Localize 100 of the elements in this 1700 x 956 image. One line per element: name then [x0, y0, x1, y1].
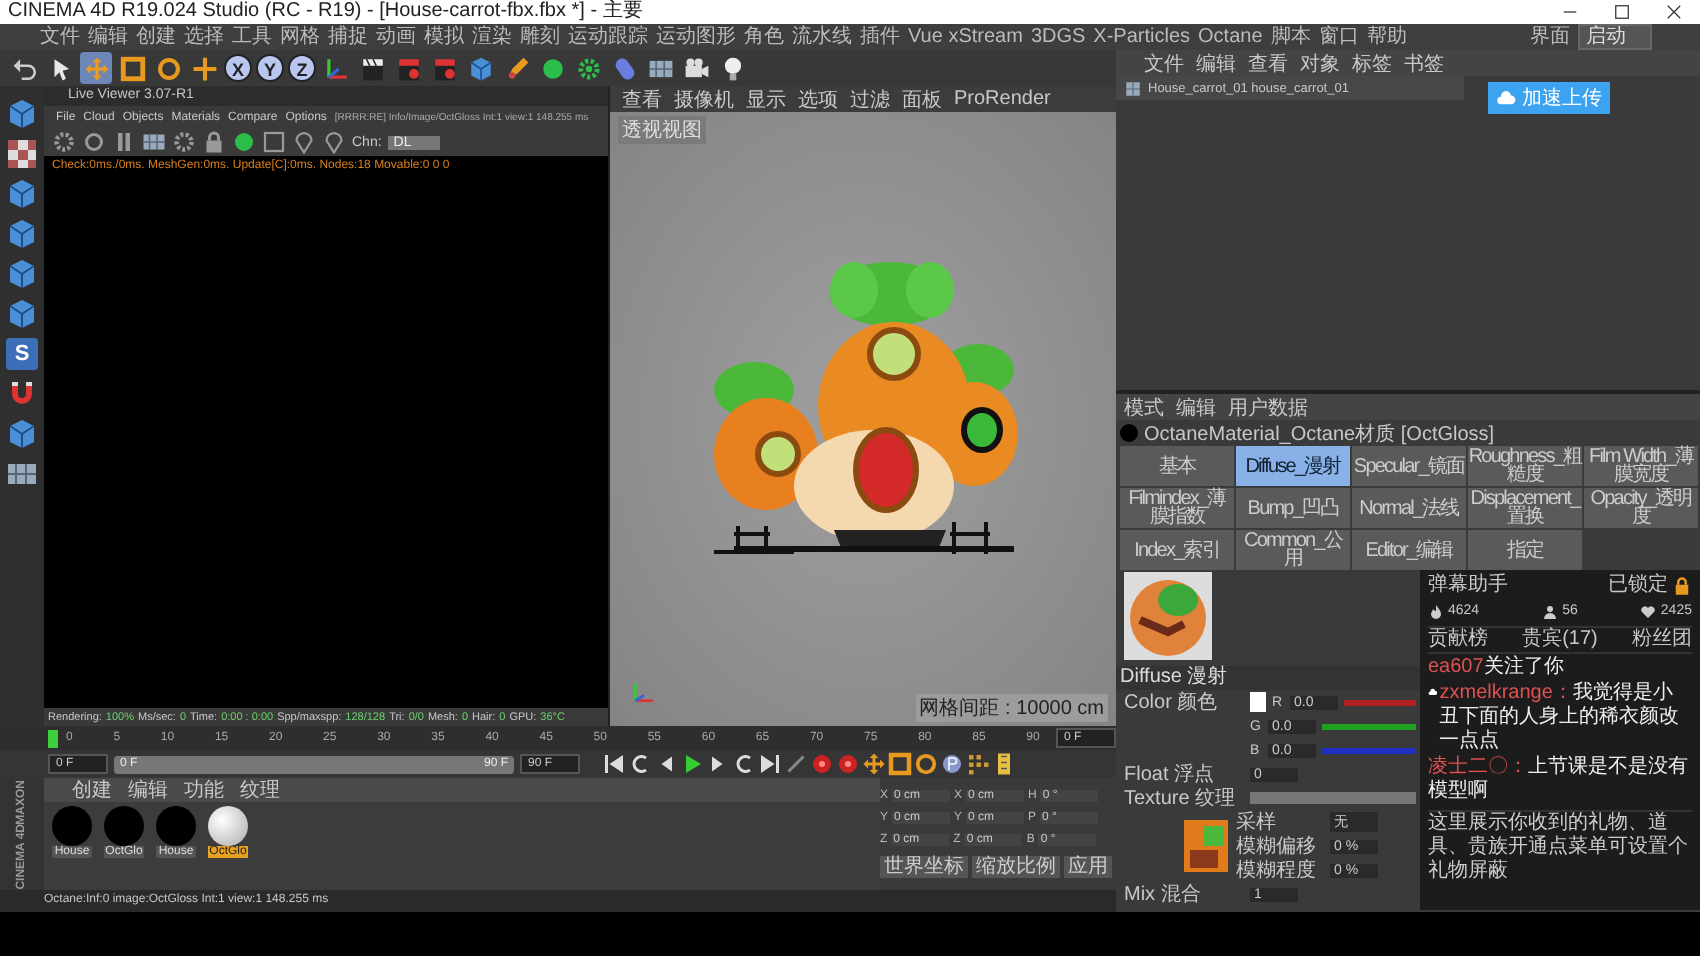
maximize-icon[interactable] [1612, 2, 1632, 22]
record-icon[interactable] [810, 752, 834, 776]
material-preview[interactable] [208, 806, 248, 846]
menu-item[interactable]: 动画 [376, 24, 416, 50]
menu-item[interactable]: X-Particles [1093, 24, 1191, 50]
menu-item[interactable]: 文件 [40, 24, 80, 50]
close-icon[interactable] [1664, 2, 1684, 22]
padlock-icon[interactable] [1672, 576, 1692, 596]
settings-icon[interactable] [52, 130, 76, 154]
grid-icon[interactable] [142, 130, 166, 154]
menu-item[interactable]: 创建 [136, 24, 176, 50]
menu-item[interactable]: 书签 [1404, 49, 1444, 77]
rotate-icon[interactable] [914, 752, 938, 776]
menu-item[interactable]: 编辑 [1196, 49, 1236, 77]
film-icon[interactable] [992, 752, 1016, 776]
axis-lock-button[interactable]: Z [288, 54, 316, 82]
cube-icon[interactable] [6, 178, 38, 210]
channel-tab[interactable]: Film Width_薄膜宽度 [1584, 446, 1698, 486]
menu-item[interactable]: 脚本 [1270, 24, 1311, 50]
pin-icon[interactable] [322, 130, 346, 154]
plus-tool-button[interactable] [188, 52, 220, 84]
menu-item[interactable]: 渲染 [472, 24, 512, 50]
menu-item[interactable]: 摄像机 [674, 85, 734, 113]
dots-icon[interactable] [966, 752, 990, 776]
grid-icon[interactable] [6, 458, 38, 490]
skip-to-end-icon[interactable] [758, 752, 782, 776]
cube-icon[interactable] [6, 258, 38, 290]
menu-item[interactable]: 模式 [1124, 393, 1164, 421]
channel-tab[interactable]: 基本 [1120, 446, 1234, 486]
menu-item[interactable]: 用户数据 [1228, 393, 1308, 421]
loop-icon[interactable] [628, 752, 652, 776]
settings-icon[interactable] [172, 130, 196, 154]
coordinate-button[interactable]: 缩放比例 [972, 856, 1060, 878]
menu-item[interactable]: 插件 [860, 24, 900, 50]
menu-item[interactable]: 运动跟踪 [568, 24, 648, 50]
color-slider[interactable] [1344, 699, 1416, 705]
menu-item[interactable]: 文件 [1144, 49, 1184, 77]
menu-item[interactable]: 选项 [798, 85, 838, 113]
menu-item[interactable]: 查看 [622, 85, 662, 113]
menu-item[interactable]: 选择 [184, 24, 224, 50]
channel-tab[interactable]: Displacement_置换 [1468, 488, 1582, 528]
channel-tab[interactable]: Common_公用 [1236, 530, 1350, 570]
menu-item[interactable]: 网格 [280, 24, 320, 50]
menu-item[interactable]: 功能 [184, 776, 224, 804]
cube-icon[interactable] [6, 418, 38, 450]
loop-icon[interactable] [732, 752, 756, 776]
color-swatch[interactable] [1250, 692, 1266, 712]
menu-item[interactable]: Vue xStream [908, 24, 1023, 50]
menu-item[interactable]: 面板 [902, 85, 942, 113]
cube-icon[interactable] [6, 98, 38, 130]
menu-item[interactable]: 模拟 [424, 24, 464, 50]
coordinate-button[interactable]: 应用 [1064, 856, 1112, 878]
key-icon[interactable] [784, 752, 808, 776]
menu-item[interactable]: 帮助 [1366, 24, 1407, 50]
skip-to-start-icon[interactable] [602, 752, 626, 776]
scale-icon[interactable] [888, 752, 912, 776]
lock-icon[interactable] [202, 130, 226, 154]
menu-item[interactable]: 运动图形 [656, 24, 736, 50]
menu-item[interactable]: 编辑 [88, 24, 128, 50]
channel-tab[interactable]: Editor_编辑 [1352, 530, 1466, 570]
rotate-tool-button[interactable] [152, 52, 184, 84]
menu-item[interactable]: 查看 [1248, 49, 1288, 77]
color-slider[interactable] [1322, 723, 1416, 729]
color-slider[interactable] [1322, 747, 1416, 753]
record-icon[interactable] [836, 752, 860, 776]
layout-dropdown[interactable]: 启动 [1578, 24, 1652, 50]
coordinate-button[interactable]: 世界坐标 [880, 856, 968, 878]
menu-item[interactable]: 过滤 [850, 85, 890, 113]
move-icon[interactable] [862, 752, 886, 776]
menu-item[interactable]: 窗口 [1318, 24, 1359, 50]
axis-lock-button[interactable]: Y [256, 54, 284, 82]
chat-tab[interactable]: 粉丝团 [1631, 628, 1692, 652]
menu-item[interactable]: 显示 [746, 85, 786, 113]
channel-tab[interactable]: Specular_镜面 [1352, 446, 1466, 486]
channel-tab[interactable]: Filmindex_薄膜指数 [1120, 488, 1234, 528]
menu-item[interactable]: 编辑 [1176, 393, 1216, 421]
channel-tab[interactable]: Diffuse_漫射 [1236, 446, 1350, 486]
menu-item[interactable]: 对象 [1300, 49, 1340, 77]
menu-item[interactable]: 流水线 [792, 24, 852, 50]
menu-item[interactable]: 纹理 [240, 776, 280, 804]
snap-tool-button[interactable]: S [6, 338, 38, 370]
magnet-icon[interactable] [6, 378, 38, 410]
channel-tab[interactable]: Opacity_透明度 [1584, 488, 1698, 528]
menu-item[interactable]: 捕捉 [328, 24, 368, 50]
cube-icon[interactable] [6, 298, 38, 330]
menu-item[interactable]: 角色 [744, 24, 784, 50]
channel-tab[interactable]: Bump_凹凸 [1236, 488, 1350, 528]
channel-tab[interactable]: 指定 [1468, 530, 1582, 570]
sphere-icon[interactable] [232, 130, 256, 154]
chat-tab[interactable]: 贡献榜 [1428, 628, 1488, 652]
menu-item[interactable]: Octane [1198, 24, 1263, 50]
menu-item[interactable]: 编辑 [128, 776, 168, 804]
menu-item[interactable]: 标签 [1352, 49, 1392, 77]
playhead[interactable] [48, 729, 58, 747]
parameter-icon[interactable] [940, 752, 964, 776]
chat-tab[interactable]: 贵宾(17) [1522, 628, 1598, 652]
menu-item[interactable]: ProRender [954, 88, 1051, 110]
scale-tool-button[interactable] [116, 52, 148, 84]
channel-tab[interactable]: Index_索引 [1120, 530, 1234, 570]
channel-tab[interactable]: Roughness_粗糙度 [1468, 446, 1582, 486]
